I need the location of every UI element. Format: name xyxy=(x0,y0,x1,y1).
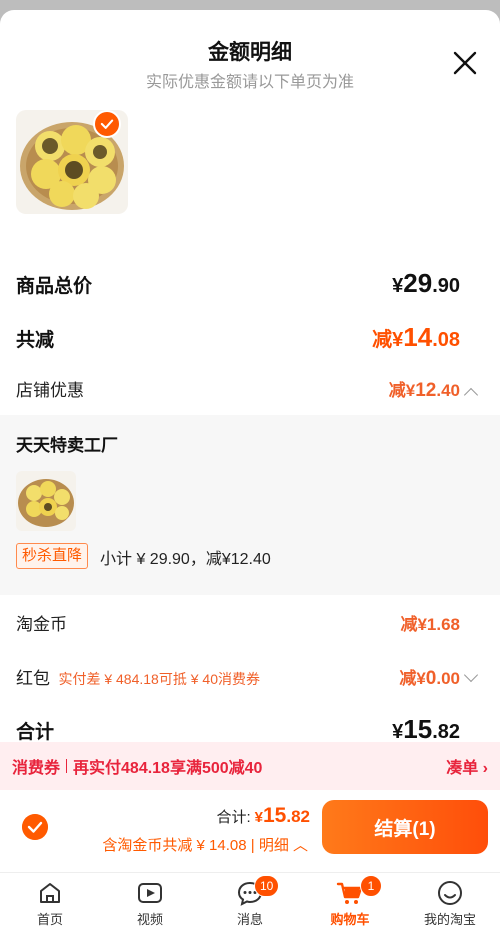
total-discount-label: 共减 xyxy=(16,330,55,351)
message-badge: 10 xyxy=(254,875,280,897)
coupon-divider xyxy=(66,759,68,773)
detail-toggle[interactable]: 含淘金币共减 ¥ 14.08 | 明细 ︿ xyxy=(102,834,308,855)
hongbao-amount: 减¥0.00 xyxy=(399,668,460,689)
add-items-link[interactable]: 凑单 › xyxy=(446,754,488,778)
goods-total-label: 商品总价 xyxy=(16,276,93,297)
home-icon xyxy=(40,883,60,903)
shop-discount-label: 店铺优惠 xyxy=(16,381,84,400)
footer-total-label: 合计: xyxy=(216,809,251,826)
close-icon[interactable] xyxy=(452,50,478,76)
shop-name: 天天特卖工厂 xyxy=(16,436,118,455)
total-discount-row: 共减 减¥14.08 xyxy=(16,322,460,353)
goods-total-amount: ¥29.90 xyxy=(392,268,460,298)
coupon-label: 消费券 xyxy=(12,760,61,777)
taojinbi-amount: 减¥1.68 xyxy=(400,615,460,634)
cart-badge: 1 xyxy=(360,875,382,897)
hongbao-left: 红包 实付差 ¥ 484.18可抵 ¥ 40消费券 xyxy=(16,664,260,689)
coupon-bar[interactable]: 消费券 再实付484.18享满500减40 凑单 › xyxy=(0,742,500,790)
amount-detail-sheet: 金额明细 实际优惠金额请以下单页为准 商品总价 ¥29.90 共减 减¥14.0… xyxy=(0,10,500,932)
collapse-arrow-icon[interactable] xyxy=(463,387,479,403)
total-discount-amount: 减¥14.08 xyxy=(372,322,460,352)
total-label: 合计 xyxy=(16,722,55,743)
shop-discount-row[interactable]: 店铺优惠 减¥12.40 xyxy=(16,376,460,402)
tab-cart[interactable]: 1 购物车 xyxy=(300,873,400,932)
tab-my-taobao[interactable]: 我的淘宝 xyxy=(400,873,500,932)
selected-check-icon[interactable] xyxy=(93,110,121,138)
shop-breakdown: 天天特卖工厂 秒杀直降 小计 ¥ 29.90，减¥12.40 xyxy=(0,415,500,595)
tab-video[interactable]: 视频 xyxy=(100,873,200,932)
footer-total: 合计: ¥15.82 xyxy=(216,804,310,828)
taojinbi-label: 淘金币 xyxy=(16,615,67,634)
profile-icon xyxy=(438,881,462,905)
tab-home[interactable]: 首页 xyxy=(0,873,100,932)
total-row: 合计 ¥15.82 xyxy=(16,714,460,745)
checkout-button[interactable]: 结算(1) xyxy=(322,800,488,854)
coupon-message: 再实付484.18享满500减40 xyxy=(73,760,263,777)
video-icon xyxy=(138,883,162,903)
hongbao-note: 实付差 ¥ 484.18可抵 ¥ 40消费券 xyxy=(58,671,260,687)
bottom-tab-bar: 首页 视频 10 消息 1 购物车 我的淘宝 xyxy=(0,872,500,932)
flash-sale-tag: 秒杀直降 xyxy=(16,543,89,569)
tab-messages[interactable]: 10 消息 xyxy=(200,873,300,932)
shop-subtotal: 小计 ¥ 29.90，减¥12.40 xyxy=(100,551,271,568)
sheet-title: 金额明细 xyxy=(208,41,292,64)
checkout-footer: 合计: ¥15.82 含淘金币共减 ¥ 14.08 | 明细 ︿ 结算(1) xyxy=(0,790,500,872)
hongbao-label: 红包 xyxy=(16,669,50,688)
shop-product-image xyxy=(16,471,76,531)
footer-total-amount: ¥15.82 xyxy=(254,804,310,827)
shop-discount-amount: 减¥12.40 xyxy=(388,380,460,401)
sheet-subtitle: 实际优惠金额请以下单页为准 xyxy=(145,74,354,91)
select-all-check-icon[interactable] xyxy=(22,814,48,840)
taojinbi-row: 淘金币 减¥1.68 xyxy=(16,610,460,635)
total-amount: ¥15.82 xyxy=(392,714,460,744)
hongbao-row[interactable]: 红包 实付差 ¥ 484.18可抵 ¥ 40消费券 减¥0.00 xyxy=(16,664,460,690)
expand-arrow-icon[interactable] xyxy=(463,667,479,683)
goods-total-row: 商品总价 ¥29.90 xyxy=(16,268,460,299)
